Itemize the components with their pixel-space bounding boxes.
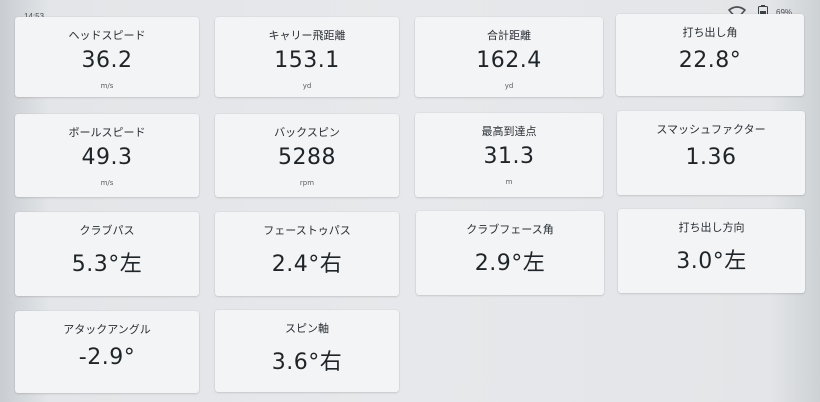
- metric-unit: rpm: [299, 179, 315, 187]
- metric-card-spin-axis: スピン軸 3.6°右: [215, 310, 399, 392]
- metric-card-face-to-path: フェーストゥパス 2.4°右: [215, 212, 399, 296]
- metric-label: 最高到達点: [481, 125, 537, 138]
- metric-card-total-distance: 合計距離 162.4 yd: [415, 17, 603, 97]
- metric-label: クラブパス: [79, 224, 135, 237]
- metric-card-ball-speed: ボールスピード 49.3 m/s: [15, 114, 199, 197]
- metric-unit: m/s: [100, 179, 114, 187]
- metric-card-club-path: クラブパス 5.3°左: [15, 212, 199, 296]
- metric-value: 49.3: [81, 145, 133, 170]
- metric-value: 162.4: [476, 48, 542, 73]
- metric-card-backspin: バックスピン 5288 rpm: [215, 114, 399, 197]
- metric-card-apex-height: 最高到達点 31.3 m: [415, 113, 603, 197]
- metric-label: キャリー飛距離: [268, 29, 346, 42]
- metric-label: アタックアングル: [63, 323, 151, 336]
- metric-value: 36.2: [81, 48, 133, 73]
- metric-value: -2.9°: [78, 345, 136, 370]
- metric-card-club-face-angle: クラブフェース角 2.9°左: [416, 211, 604, 295]
- metric-card-head-speed: ヘッドスピード 36.2 m/s: [15, 17, 199, 97]
- metric-value: 22.8°: [678, 48, 742, 73]
- metric-label: ボールスピード: [68, 126, 146, 139]
- metric-unit: yd: [504, 82, 514, 90]
- metric-value: 5.3°左: [71, 252, 143, 277]
- metric-value: 31.3: [483, 144, 535, 169]
- metric-value: 3.0°左: [676, 249, 747, 274]
- metric-label: スピン軸: [285, 322, 329, 335]
- metric-value: 153.1: [274, 48, 340, 73]
- metric-value: 2.9°左: [474, 251, 546, 276]
- metric-label: バックスピン: [274, 126, 340, 139]
- metric-card-launch-angle: 打ち出し角 22.8°: [616, 14, 804, 96]
- metric-unit: yd: [302, 82, 312, 90]
- metric-label: スマッシュファクター: [656, 123, 766, 136]
- metric-unit: m/s: [100, 82, 114, 90]
- metric-value: 1.36: [685, 145, 737, 170]
- metric-value: 2.4°右: [271, 252, 343, 277]
- metric-label: 合計距離: [487, 29, 531, 42]
- metric-label: 打ち出し方向: [678, 221, 745, 234]
- metric-label: 打ち出し角: [682, 26, 738, 39]
- metric-value: 5288: [278, 145, 336, 170]
- metric-unit: m: [505, 178, 513, 186]
- metric-value: 3.6°右: [271, 350, 343, 375]
- metric-card-smash-factor: スマッシュファクター 1.36: [617, 111, 805, 195]
- metric-label: フェーストゥパス: [263, 224, 351, 237]
- metric-card-attack-angle: アタックアングル -2.9°: [15, 311, 199, 393]
- metric-card-carry-distance: キャリー飛距離 153.1 yd: [215, 17, 399, 97]
- metric-card-launch-direction: 打ち出し方向 3.0°左: [618, 209, 805, 293]
- metric-label: クラブフェース角: [466, 223, 554, 236]
- metric-label: ヘッドスピード: [68, 29, 146, 42]
